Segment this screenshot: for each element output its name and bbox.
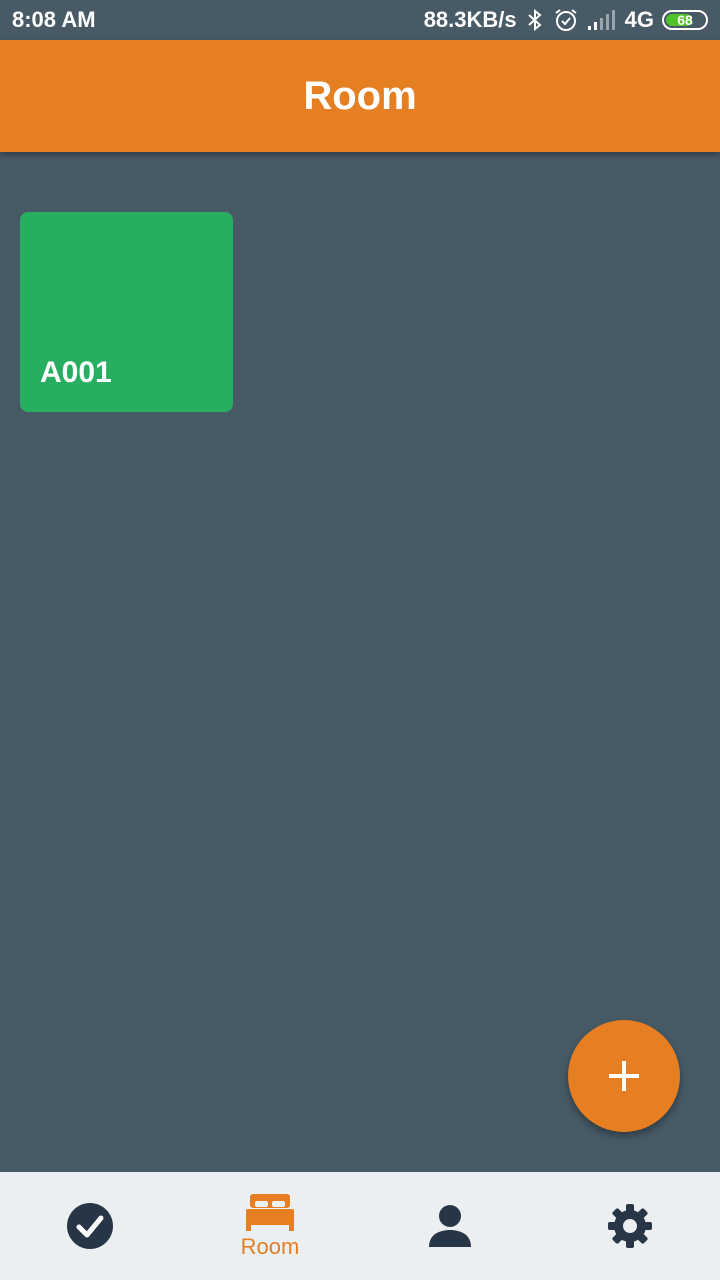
app-bar: Room: [0, 40, 720, 152]
bed-icon: [246, 1194, 294, 1231]
status-right: 88.3KB/s 4G 68: [424, 7, 708, 33]
battery-icon: 68: [662, 10, 708, 30]
person-icon: [429, 1205, 471, 1247]
plus-icon: [609, 1061, 639, 1091]
page-title: Room: [303, 73, 417, 118]
gear-icon: [608, 1204, 652, 1248]
room-name: A001: [40, 356, 112, 389]
nav-label-room: Room: [240, 1234, 300, 1259]
alarm-icon: [553, 7, 579, 33]
nav-item-profile[interactable]: [360, 1172, 540, 1280]
nav-item-settings[interactable]: [540, 1172, 720, 1280]
network-type: 4G: [624, 7, 654, 32]
battery-level: 68: [677, 12, 693, 28]
bottom-nav: Room: [0, 1172, 720, 1280]
bluetooth-icon: [525, 8, 545, 32]
nav-item-tasks[interactable]: [0, 1172, 180, 1280]
room-tile[interactable]: A001: [20, 212, 233, 412]
status-time: 8:08 AM: [12, 7, 96, 32]
status-bar: 8:08 AM 88.3KB/s 4G 68: [0, 0, 720, 40]
check-circle-icon: [67, 1203, 113, 1249]
net-speed: 88.3KB/s: [423, 7, 517, 32]
signal-icon: [587, 9, 617, 31]
nav-item-room[interactable]: Room: [180, 1172, 360, 1280]
add-room-button[interactable]: [568, 1020, 680, 1132]
